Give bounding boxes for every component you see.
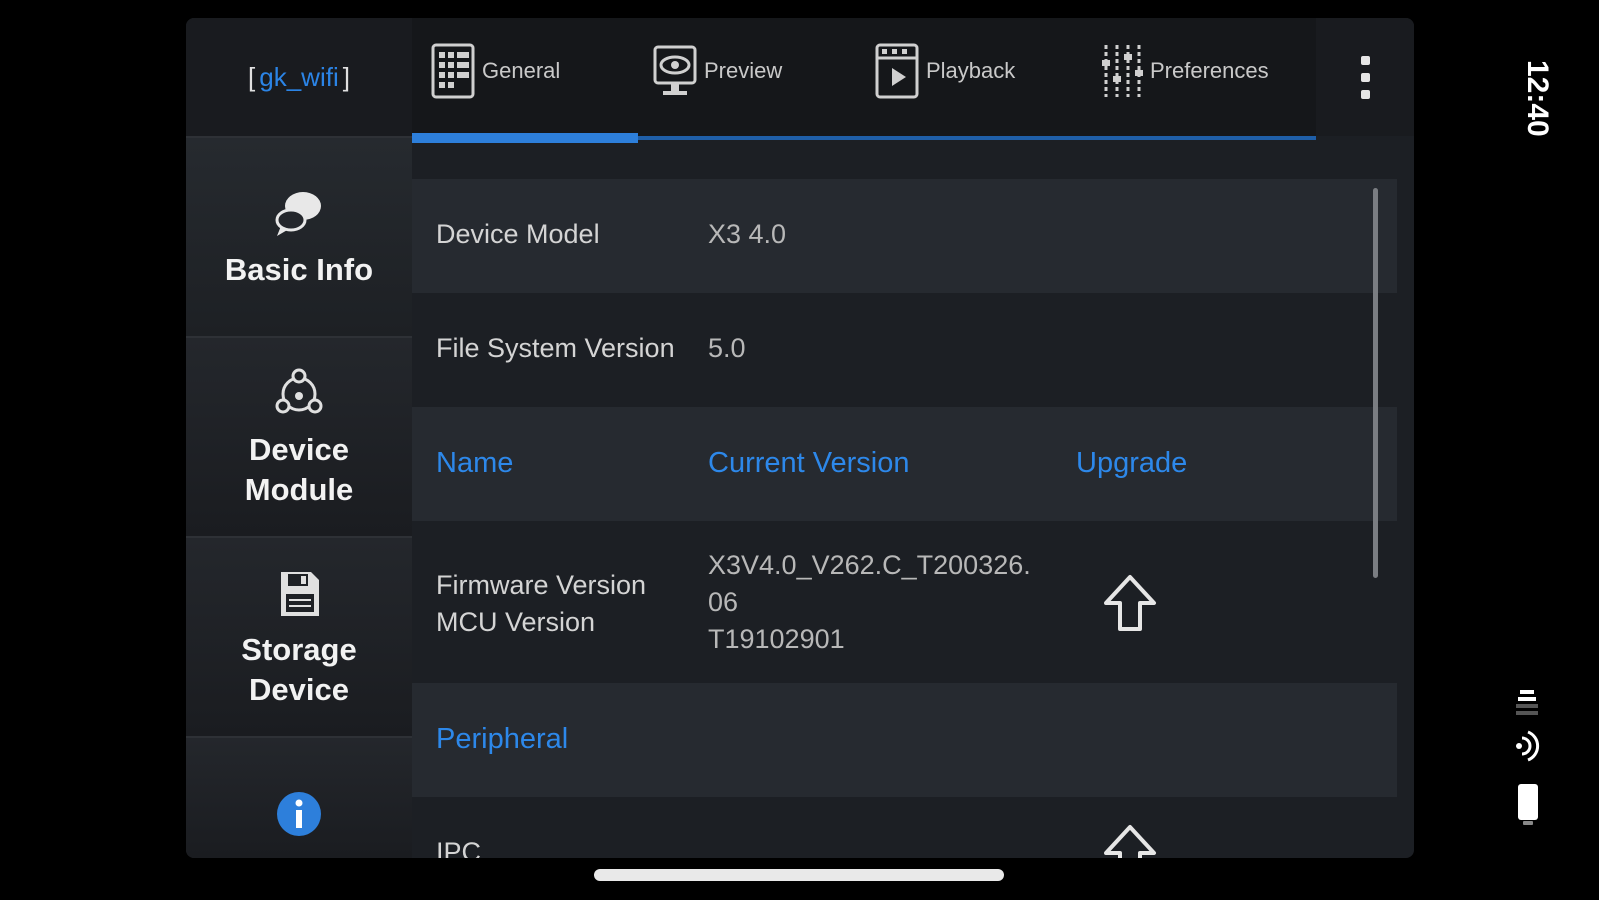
bracket-open: [: [248, 61, 256, 92]
col-name-header: Name: [436, 447, 514, 479]
home-indicator[interactable]: [594, 869, 1004, 881]
top-bar: [ gk_wifi ] General Preview Playback Pre…: [186, 18, 1414, 136]
row-table-header: Name Current Version Upgrade: [412, 407, 1397, 521]
ipc-upgrade-arrow-icon[interactable]: [1102, 823, 1158, 858]
wifi-name: gk_wifi: [259, 61, 339, 92]
status-icons: [1516, 690, 1540, 825]
peripheral-header: Peripheral: [436, 723, 569, 755]
row-peripheral-header: Peripheral: [412, 683, 1397, 797]
tab-indicator-track: [412, 133, 1316, 143]
tab-preferences[interactable]: Preferences: [1098, 40, 1269, 102]
fs-version-label: File System Version: [436, 333, 675, 363]
firmware-names: Firmware Version MCU Version: [436, 567, 646, 641]
general-grid-icon: [431, 43, 475, 99]
col-current-version-header: Current Version: [708, 447, 910, 479]
sidebar-item-storage-device[interactable]: Storage Device: [186, 536, 412, 738]
sidebar-item-device-module[interactable]: Device Module: [186, 336, 412, 538]
firmware-version-value: X3V4.0_V262.C_T200326.: [708, 550, 1031, 580]
preferences-sliders-icon: [1102, 45, 1143, 97]
sidebar-item-storage-device-label: Storage Device: [241, 632, 357, 707]
row-file-system-version: File System Version 5.0: [412, 293, 1397, 407]
tab-playback-label: Playback: [926, 58, 1016, 83]
ipc-label: IPC: [436, 837, 482, 858]
tab-playback[interactable]: Playback: [874, 40, 1015, 102]
sidebar-item-info[interactable]: [186, 736, 412, 858]
content-panel: Device Model X3 4.0 File System Version …: [412, 143, 1397, 858]
more-menu-icon[interactable]: [1316, 18, 1414, 136]
sidebar-item-basic-info[interactable]: Basic Info: [186, 136, 412, 338]
upgrade-arrow-icon[interactable]: [1102, 573, 1158, 633]
row-ipc: IPC: [412, 797, 1397, 858]
tab-preview[interactable]: Preview: [652, 40, 782, 102]
playback-film-icon: [875, 43, 919, 99]
tab-bar: General Preview Playback Preferences: [412, 18, 1316, 136]
tab-indicator-active: [412, 133, 638, 143]
tab-preview-label: Preview: [704, 58, 783, 83]
tab-preferences-label: Preferences: [1150, 58, 1269, 83]
clock-time: 12:40: [1521, 60, 1554, 137]
fs-version-value: 5.0: [708, 333, 746, 363]
mcu-version-value: T19102901: [708, 624, 845, 654]
signal-icon: [1516, 690, 1538, 715]
wifi-ssid-label: [ gk_wifi ]: [186, 18, 412, 136]
content-scrollbar[interactable]: [1373, 188, 1378, 578]
row-device-model: Device Model X3 4.0: [412, 179, 1397, 293]
col-upgrade-header: Upgrade: [1076, 447, 1188, 479]
firmware-values: X3V4.0_V262.C_T200326. 06 T19102901: [708, 547, 1031, 658]
module-network-icon: [275, 368, 323, 414]
bracket-close: ]: [342, 61, 350, 92]
firmware-version-value-cont: 06: [708, 587, 739, 617]
firmware-version-label: Firmware Version: [436, 570, 647, 600]
app-window: [ gk_wifi ] General Preview Playback Pre…: [186, 18, 1414, 858]
sidebar-item-device-module-label: Device Module: [244, 432, 354, 507]
info-icon: [277, 792, 321, 836]
row-firmware: Firmware Version MCU Version X3V4.0_V262…: [412, 521, 1397, 683]
tab-general-label: General: [482, 58, 561, 83]
sidebar-item-basic-info-label: Basic Info: [224, 252, 374, 287]
preview-eye-icon: [653, 45, 697, 95]
wifi-icon: [1516, 730, 1540, 762]
device-model-value: X3 4.0: [708, 219, 787, 249]
mcu-version-label: MCU Version: [436, 607, 596, 637]
floppy-disk-icon: [281, 572, 319, 616]
battery-icon: [1518, 784, 1538, 825]
device-model-label: Device Model: [436, 219, 600, 249]
sidebar: Basic Info Device Module Storage Device: [186, 136, 412, 858]
chat-bubbles-icon: [275, 192, 321, 236]
tab-general[interactable]: General: [430, 40, 560, 102]
